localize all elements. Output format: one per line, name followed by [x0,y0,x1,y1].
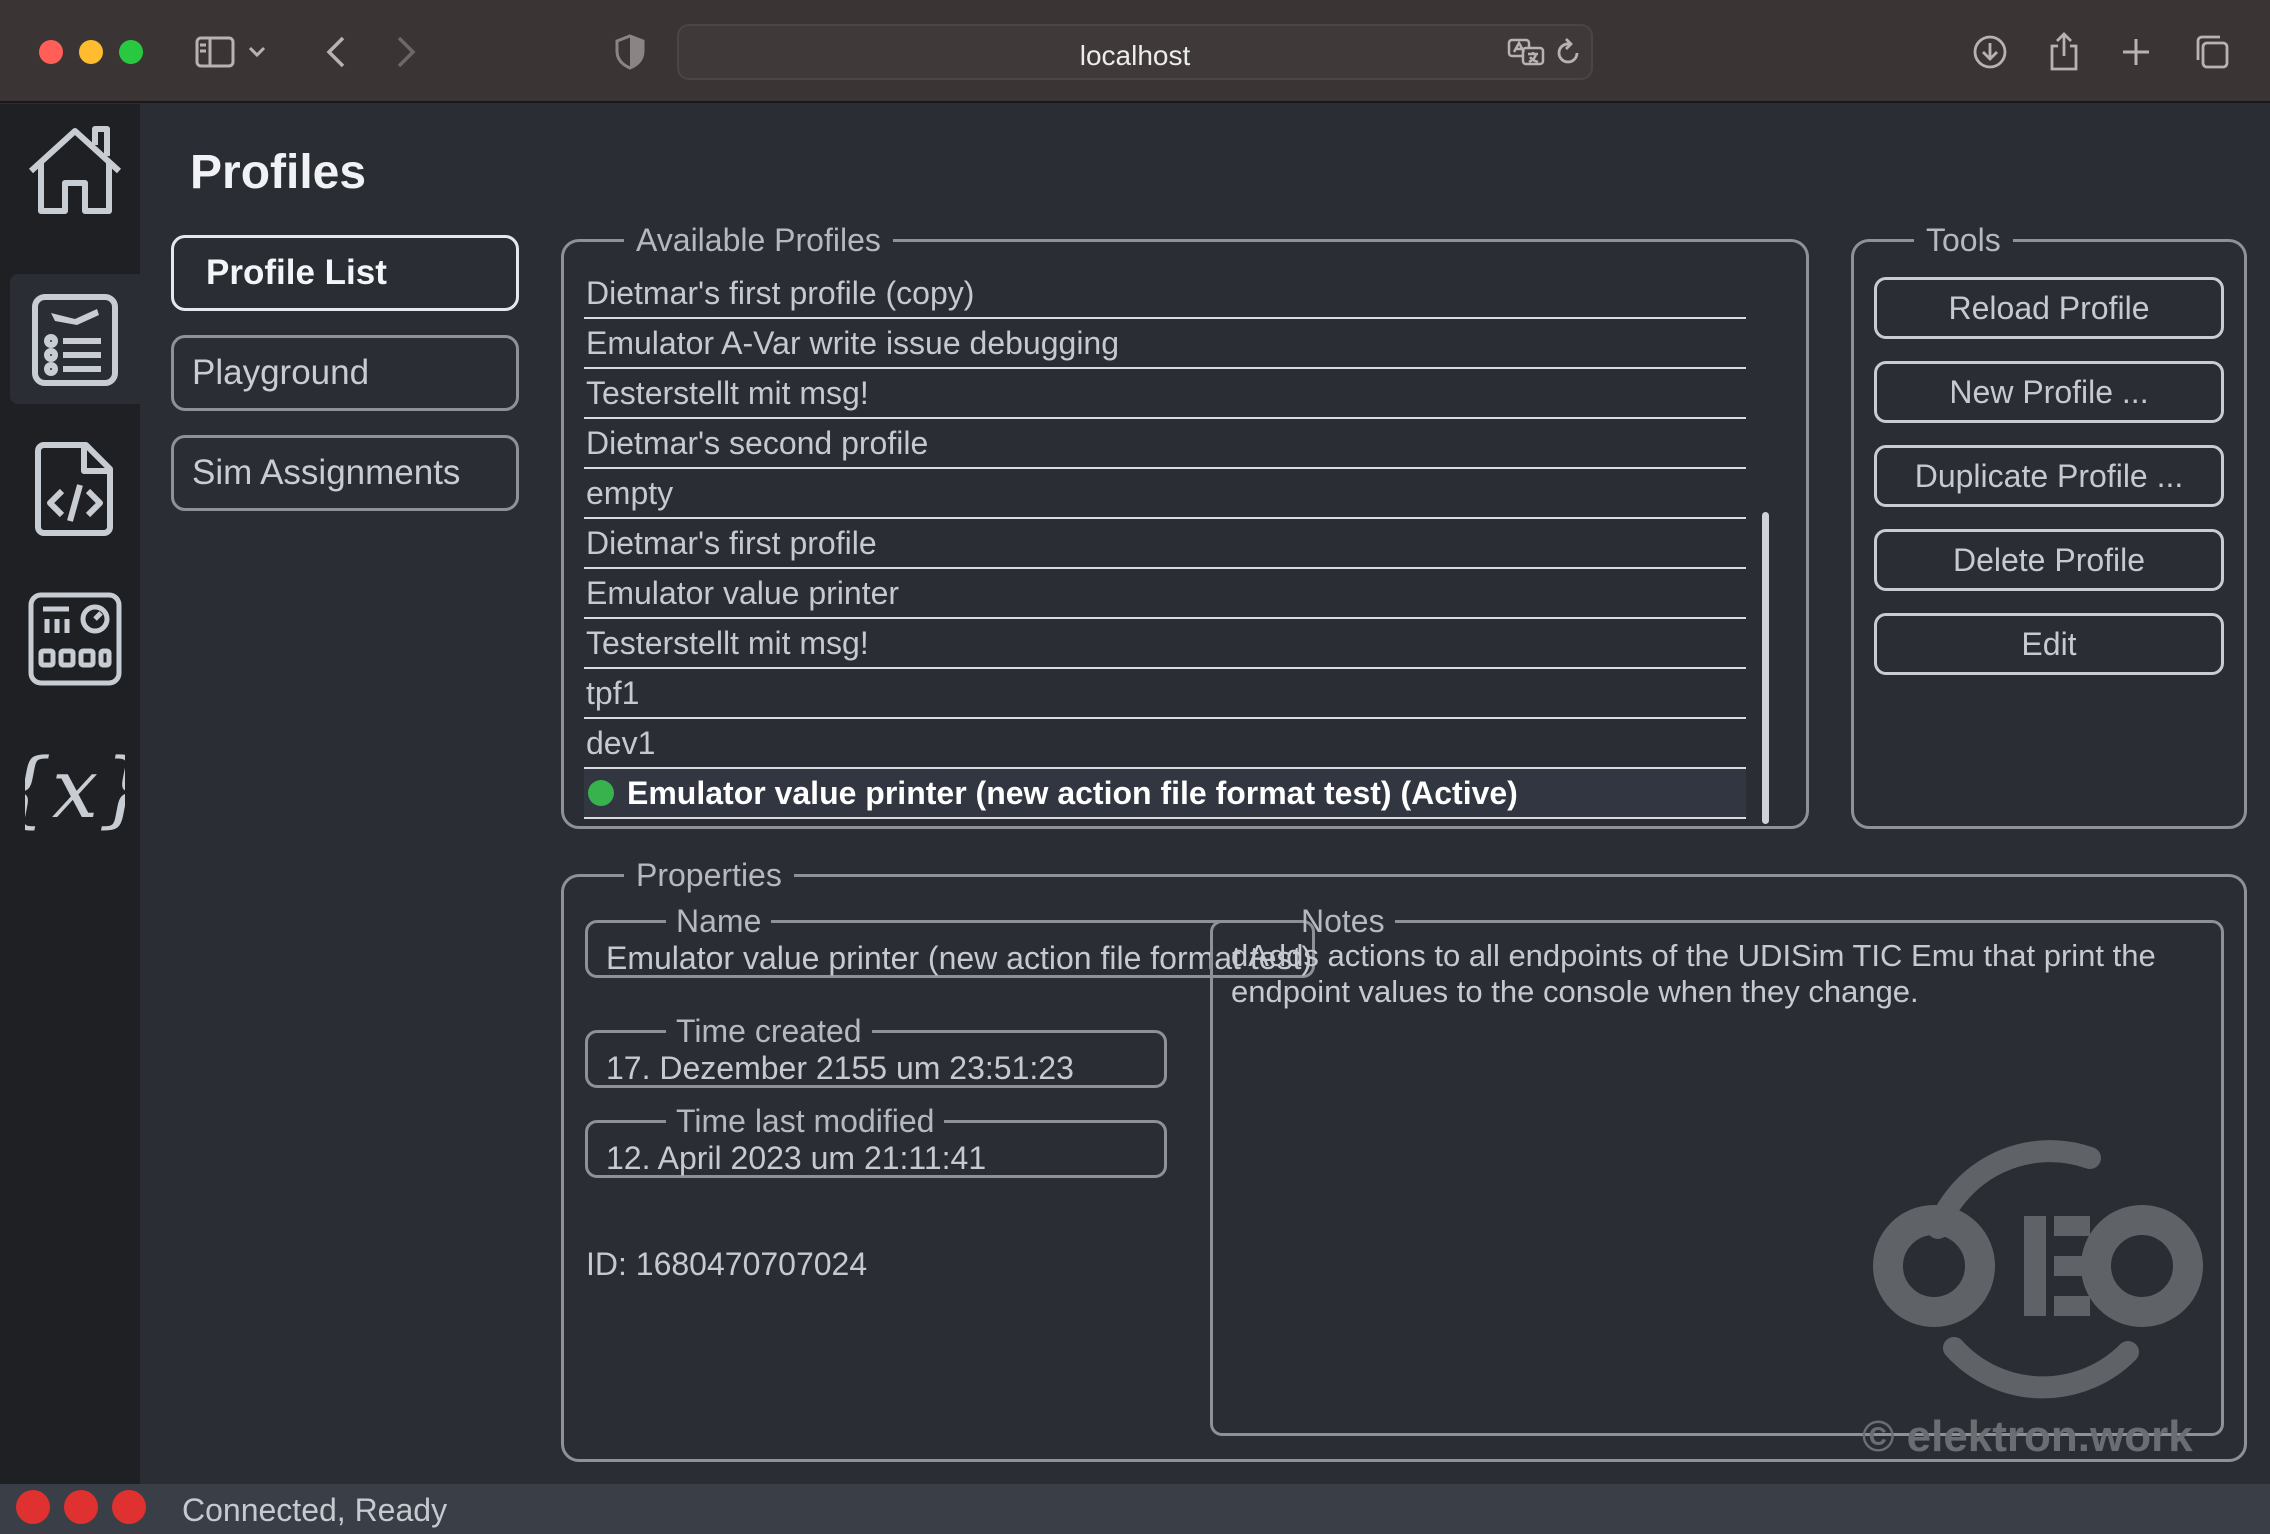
forward-icon[interactable] [378,24,434,80]
notes-value: dAdds actions to all endpoints of the UD… [1231,938,2156,1009]
page-title: Profiles [190,146,367,199]
minimize-window-button[interactable] [79,40,103,64]
profile-list-item[interactable]: tpf1 [584,669,1746,719]
sidebar-item-controls[interactable] [10,574,140,704]
translate-icon[interactable] [1503,24,1549,80]
delete-profile-button[interactable]: Delete Profile [1874,529,2224,591]
back-icon[interactable] [308,24,364,80]
profile-list-item-active[interactable]: Emulator value printer (new action file … [584,769,1746,819]
copyright-watermark: © elektron.work [1862,1412,2193,1461]
status-dot [64,1490,98,1524]
edit-profile-button[interactable]: Edit [1874,613,2224,675]
status-text: Connected, Ready [182,1492,448,1528]
sidebar-item-profiles[interactable] [10,274,140,404]
new-profile-button[interactable]: New Profile ... [1874,361,2224,423]
variables-icon: {x} [25,742,125,837]
profile-list-button[interactable]: Profile List [171,235,519,311]
profile-list-item[interactable]: Dietmar's first profile (copy) [584,269,1746,319]
tools-legend: Tools [1926,222,2001,258]
status-bar: Connected, Ready [0,1484,2270,1534]
time-created-field: Time created 17. Dezember 2155 um 23:51:… [585,1013,1167,1088]
sim-assignments-button[interactable]: Sim Assignments [171,435,519,511]
profile-list-item[interactable]: Emulator value printer [584,569,1746,619]
download-icon[interactable] [1962,24,2018,80]
available-profiles-panel: Available Profiles Dietmar's first profi… [561,222,1809,829]
profile-list-icon [32,294,118,386]
app-sidebar: {x} [0,104,140,1484]
name-label: Name [676,903,762,939]
profile-list-item[interactable]: Testerstellt mit msg! [584,619,1746,669]
zoom-window-button[interactable] [119,40,143,64]
playground-button[interactable]: Playground [171,335,519,411]
reload-profile-button[interactable]: Reload Profile [1874,277,2224,339]
shield-icon[interactable] [602,24,658,80]
profile-list-item[interactable]: dev1 [584,719,1746,769]
time-created-label: Time created [676,1013,862,1049]
profile-list-scrollbar[interactable] [1762,512,1769,824]
time-modified-label: Time last modified [676,1103,935,1139]
profile-list-item[interactable]: empty [584,469,1746,519]
sidebar-item-home[interactable] [10,104,140,234]
properties-legend: Properties [636,857,782,893]
available-profiles-legend: Available Profiles [636,222,881,258]
profile-list-item[interactable]: Testerstellt mit msg! [584,369,1746,419]
status-dot [16,1490,50,1524]
duplicate-profile-button[interactable]: Duplicate Profile ... [1874,445,2224,507]
code-file-icon [35,442,113,536]
url-text: localhost [1079,40,1191,71]
time-modified-field: Time last modified 12. April 2023 um 21:… [585,1103,1167,1178]
profile-list: Dietmar's first profile (copy) Emulator … [584,269,1746,819]
address-bar[interactable]: localhost [677,24,1593,80]
profile-list-item[interactable]: Dietmar's first profile [584,519,1746,569]
profile-list-item[interactable]: Emulator A-Var write issue debugging [584,319,1746,369]
sidebar-item-variables[interactable]: {x} [10,724,140,854]
time-modified-value: 12. April 2023 um 21:11:41 [606,1140,987,1176]
name-value: Emulator value printer (new action file … [606,940,1313,976]
notes-label: Notes [1301,903,1385,939]
sidebar-toggle-icon[interactable] [187,24,243,80]
browser-toolbar: localhost [0,0,2270,103]
time-created-value: 17. Dezember 2155 um 23:51:23 [606,1050,1074,1086]
home-icon [28,126,122,214]
sidebar-item-scripts[interactable] [10,424,140,554]
profile-list-item[interactable]: Dietmar's second profile [584,419,1746,469]
control-panel-icon [28,592,122,686]
name-field[interactable]: Name Emulator value printer (new action … [585,903,1316,978]
svg-text:{x}: {x} [25,742,125,837]
active-status-dot [588,780,614,806]
status-dot [112,1490,146,1524]
new-tab-icon[interactable] [2108,24,2164,80]
profile-id: ID: 1680470707024 [586,1246,868,1282]
tab-overview-icon[interactable] [2184,24,2240,80]
elektron-logo [1873,1140,2203,1399]
reload-icon[interactable] [1549,24,1589,80]
chevron-down-icon[interactable] [240,24,274,80]
tools-panel: Tools Reload Profile New Profile ... Dup… [1851,222,2247,829]
share-icon[interactable] [2036,24,2092,80]
close-window-button[interactable] [39,40,63,64]
